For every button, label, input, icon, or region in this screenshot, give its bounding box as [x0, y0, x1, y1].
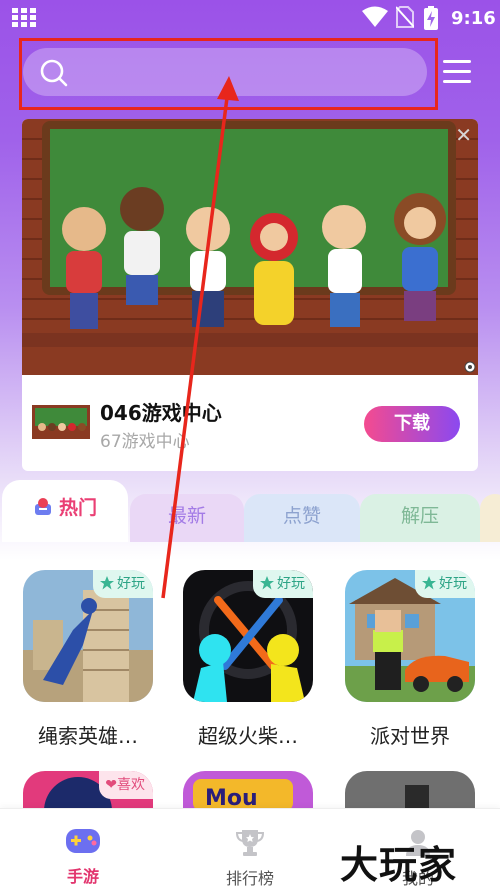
- ad-title: 046游戏中心: [100, 401, 222, 425]
- game-card[interactable]: 好玩 派对世界: [345, 570, 475, 749]
- download-button[interactable]: 下载: [364, 406, 460, 442]
- ad-app-thumbnail: [32, 405, 90, 439]
- game-badge: ❤喜欢: [99, 771, 153, 799]
- no-sim-icon: [396, 6, 414, 28]
- status-time: 9:16: [451, 8, 496, 29]
- menu-icon[interactable]: [443, 60, 471, 84]
- watermark: 大玩家: [340, 842, 458, 887]
- ad-card[interactable]: ✕ 046游戏中心 67游戏中心 下载: [22, 119, 478, 471]
- ad-banner-image[interactable]: [22, 119, 478, 375]
- game-card[interactable]: [345, 771, 475, 811]
- heart-icon: ❤: [105, 777, 117, 793]
- hot-icon: [34, 498, 51, 515]
- app-grid-icon: [12, 8, 36, 27]
- tab-relief[interactable]: 解压: [360, 494, 480, 542]
- game-icon-rope-hero[interactable]: 好玩: [23, 570, 153, 702]
- game-icon-party-world[interactable]: 好玩: [345, 570, 475, 702]
- game-card[interactable]: 好玩 超级火柴…: [183, 570, 313, 749]
- game-name: 派对世界: [370, 724, 450, 748]
- game-badge: 好玩: [415, 570, 475, 598]
- nav-mobile-games[interactable]: 手游: [33, 827, 133, 887]
- gamepad-icon: [66, 829, 100, 853]
- tab-label: 最新: [167, 505, 206, 527]
- star-icon: [260, 576, 274, 590]
- star-icon: [422, 576, 436, 590]
- tab-likes[interactable]: 点赞: [244, 494, 360, 542]
- game-card[interactable]: 好玩 绳索英雄…: [23, 570, 153, 749]
- wifi-icon: [362, 6, 388, 27]
- game-badge: 好玩: [93, 570, 153, 598]
- battery-charging-icon: [424, 6, 438, 30]
- game-card[interactable]: Mou: [183, 771, 313, 811]
- game-name: 绳索英雄…: [38, 724, 138, 748]
- tab-label: 点赞: [282, 505, 321, 527]
- category-tabs: 解压 点赞 最新 热门: [0, 480, 500, 542]
- tab-hot[interactable]: 热门: [2, 480, 128, 542]
- game-name: 超级火柴…: [198, 724, 298, 748]
- ad-subtitle: 67游戏中心: [100, 432, 190, 452]
- game-badge: 好玩: [253, 570, 313, 598]
- ad-info-icon[interactable]: [464, 361, 476, 373]
- tab-label: 热门: [58, 497, 97, 519]
- star-icon: [100, 576, 114, 590]
- status-bar: 9:16: [0, 0, 500, 36]
- nav-ranking[interactable]: 排行榜: [200, 827, 300, 889]
- tab-newest[interactable]: 最新: [130, 494, 244, 542]
- game-icon-stickman[interactable]: 好玩: [183, 570, 313, 702]
- search-highlight-box: [19, 38, 438, 110]
- nav-label: 排行榜: [225, 869, 274, 888]
- game-icon-ladybug[interactable]: ❤喜欢: [23, 771, 153, 811]
- ad-close-icon[interactable]: ✕: [455, 123, 472, 147]
- game-icon-blocky[interactable]: [345, 771, 475, 811]
- tab-overflow-edge: [480, 494, 500, 542]
- trophy-icon: [235, 830, 265, 856]
- game-icon-mouz[interactable]: Mou: [183, 771, 313, 811]
- game-card[interactable]: ❤喜欢: [23, 771, 153, 811]
- tab-label: 解压: [400, 505, 439, 527]
- nav-label: 手游: [66, 867, 99, 886]
